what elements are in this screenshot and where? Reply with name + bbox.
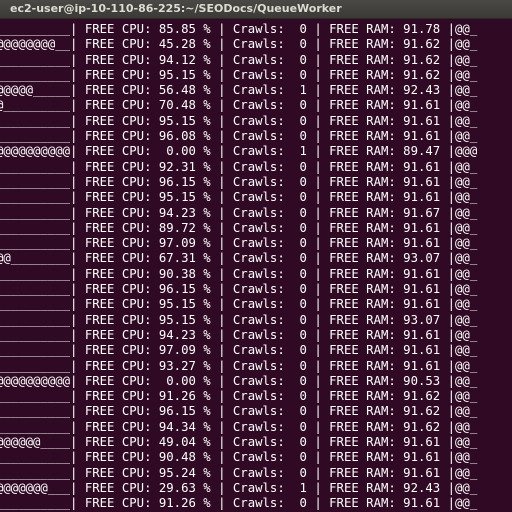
terminal-line: @@@@@@@@@@| FREE CPU: 0.00 % | Crawls: 1…	[0, 144, 478, 159]
terminal-line: __________| FREE CPU: 91.26 % | Crawls: …	[0, 496, 478, 511]
terminal-lines: __________| FREE CPU: 85.85 % | Crawls: …	[0, 22, 477, 512]
terminal-line: @@@@@@____| FREE CPU: 49.04 % | Crawls: …	[0, 435, 478, 450]
terminal-line: @@@@@@@___| FREE CPU: 29.63 % | Crawls: …	[0, 480, 478, 495]
window-title: ec2-user@ip-10-110-86-225:~/SEODocs/Queu…	[10, 2, 342, 15]
terminal-line: __________| FREE CPU: 94.34 % | Crawls: …	[0, 419, 478, 434]
terminal-line: __________| FREE CPU: 85.85 % | Crawls: …	[0, 22, 478, 36]
terminal-line: __________| FREE CPU: 95.24 % | Crawls: …	[0, 465, 478, 480]
terminal-line: @_________| FREE CPU: 70.48 % | Crawls: …	[0, 98, 478, 113]
terminal-window: ec2-user@ip-10-110-86-225:~/SEODocs/Queu…	[0, 0, 512, 512]
terminal-line: __________| FREE CPU: 90.48 % | Crawls: …	[0, 450, 478, 465]
terminal-line: __________| FREE CPU: 96.08 % | Crawls: …	[0, 129, 478, 144]
terminal-line: __________| FREE CPU: 94.23 % | Crawls: …	[0, 205, 478, 220]
terminal-line: __________| FREE CPU: 95.15 % | Crawls: …	[0, 113, 478, 128]
terminal-line: __________| FREE CPU: 90.38 % | Crawls: …	[0, 266, 478, 281]
terminal-line: __________| FREE CPU: 95.15 % | Crawls: …	[0, 190, 478, 205]
terminal-line: __________| FREE CPU: 92.31 % | Crawls: …	[0, 159, 478, 174]
terminal-line: @@________| FREE CPU: 67.31 % | Crawls: …	[0, 251, 478, 266]
terminal-line: __________| FREE CPU: 95.15 % | Crawls: …	[0, 312, 478, 327]
terminal-output[interactable]: __________| FREE CPU: 85.85 % | Crawls: …	[0, 18, 512, 512]
terminal-line: __________| FREE CPU: 97.09 % | Crawls: …	[0, 343, 478, 358]
terminal-line: __________| FREE CPU: 95.15 % | Crawls: …	[0, 297, 478, 312]
terminal-line: __________| FREE CPU: 93.27 % | Crawls: …	[0, 358, 478, 373]
terminal-line: __________| FREE CPU: 96.15 % | Crawls: …	[0, 174, 478, 189]
terminal-line: @@@@@@@@__| FREE CPU: 45.28 % | Crawls: …	[0, 37, 478, 52]
terminal-line: __________| FREE CPU: 97.09 % | Crawls: …	[0, 236, 478, 251]
terminal-line: @@@@@@@@@@| FREE CPU: 0.00 % | Crawls: 0…	[0, 373, 478, 388]
terminal-line: __________| FREE CPU: 96.15 % | Crawls: …	[0, 282, 478, 297]
terminal-line: __________| FREE CPU: 89.72 % | Crawls: …	[0, 220, 478, 235]
terminal-line: __________| FREE CPU: 91.26 % | Crawls: …	[0, 389, 478, 404]
terminal-line: __________| FREE CPU: 95.15 % | Crawls: …	[0, 67, 478, 82]
terminal-line: @@@@@_____| FREE CPU: 56.48 % | Crawls: …	[0, 83, 478, 98]
terminal-line: __________| FREE CPU: 96.15 % | Crawls: …	[0, 404, 478, 419]
terminal-line: __________| FREE CPU: 94.23 % | Crawls: …	[0, 327, 478, 342]
window-titlebar[interactable]: ec2-user@ip-10-110-86-225:~/SEODocs/Queu…	[0, 0, 512, 19]
terminal-line: __________| FREE CPU: 94.12 % | Crawls: …	[0, 52, 478, 67]
